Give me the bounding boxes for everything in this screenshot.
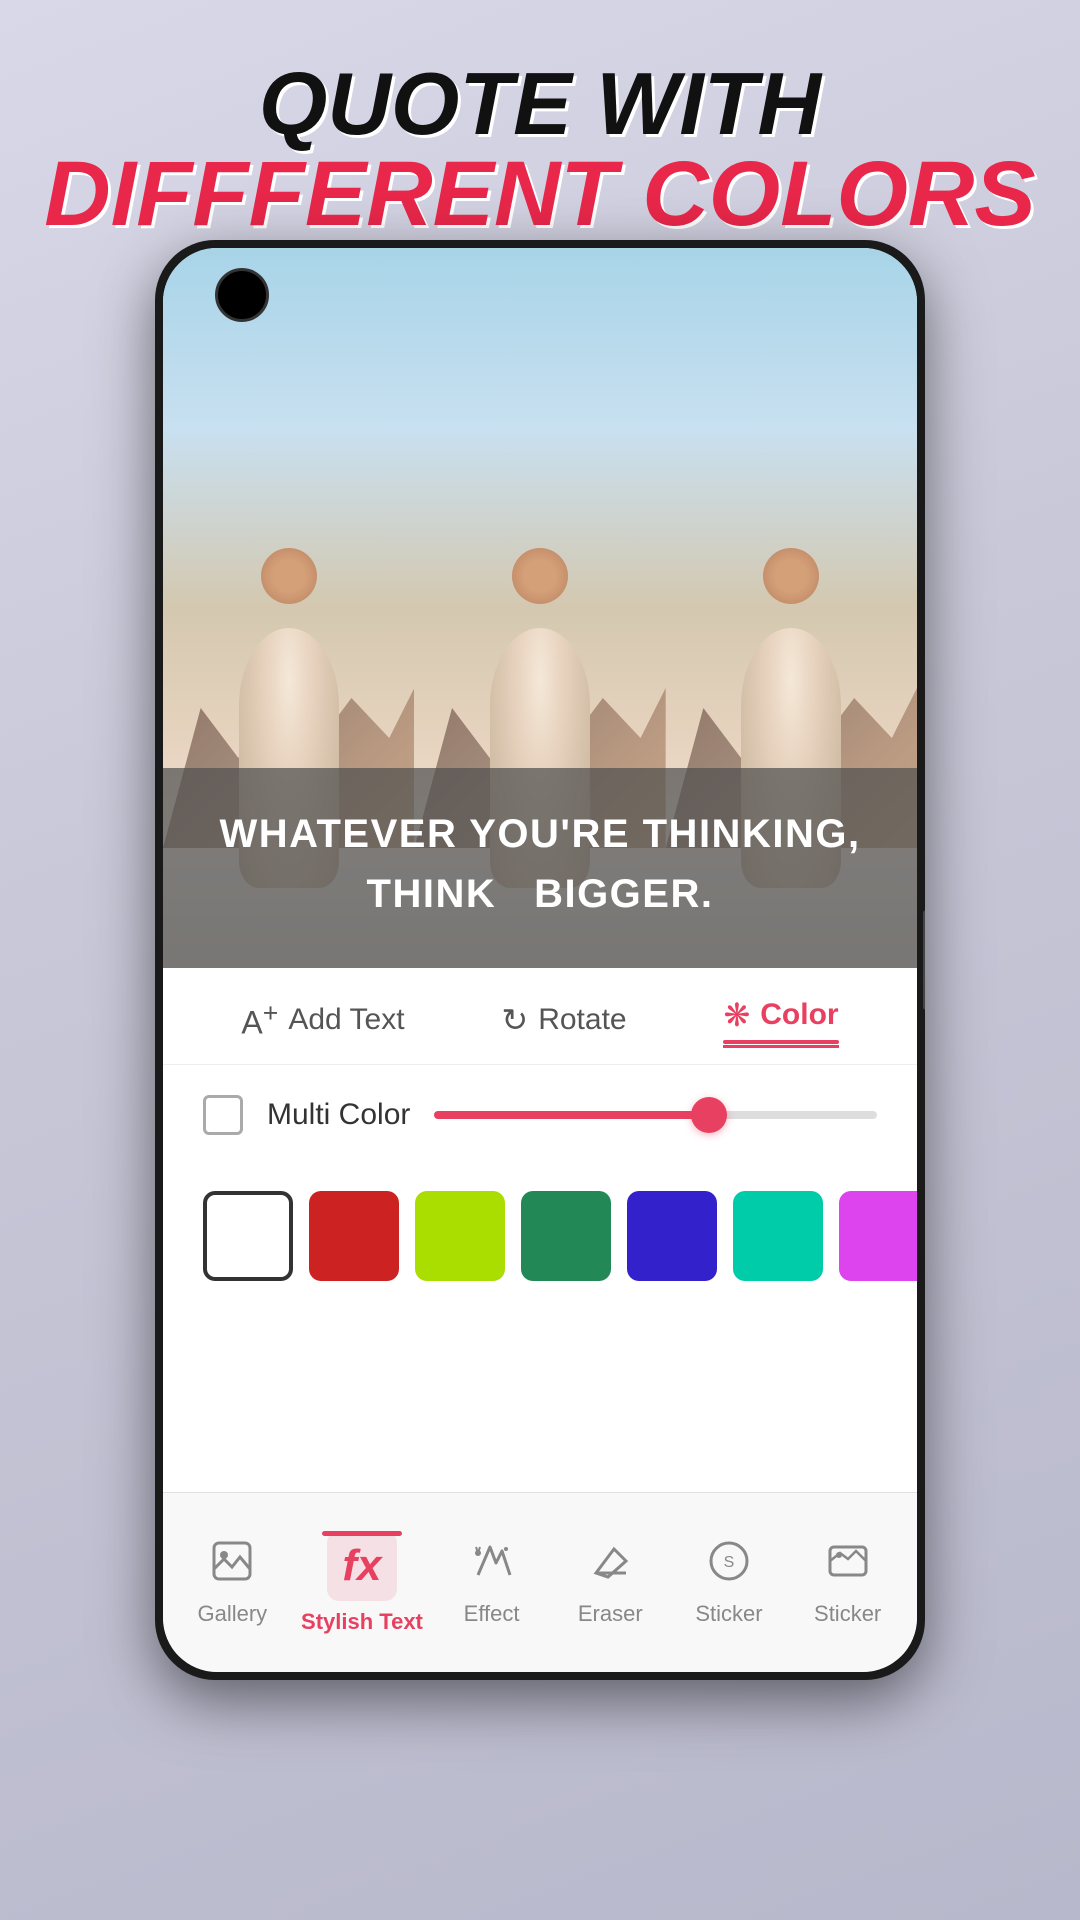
swatch-red[interactable] (309, 1191, 399, 1281)
color-label: Color (760, 998, 838, 1032)
toolbar-color-wrap[interactable]: ❋ Color (723, 996, 838, 1044)
toolbar-color[interactable]: ❋ Color (723, 996, 838, 1034)
header-section: QUOTE WITH DIFFFERENT COLORS (0, 0, 1080, 260)
nav-sticker-wrap[interactable]: S Sticker (679, 1539, 779, 1627)
sticker-label: Sticker (695, 1601, 762, 1627)
nav-gallery[interactable]: Gallery (182, 1539, 282, 1627)
rotate-label: Rotate (538, 1003, 626, 1037)
sticker2-icon (826, 1539, 870, 1593)
swatch-lime[interactable] (415, 1191, 505, 1281)
fx-label-icon: fx (327, 1531, 397, 1601)
nav-sticker2[interactable]: Sticker (798, 1539, 898, 1627)
camera-hole (215, 268, 269, 322)
image-area: WHATEVER YOU'RE THINKING,THINK BIGGER. (163, 248, 917, 968)
nav-gallery-wrap[interactable]: Gallery (182, 1539, 282, 1627)
sticker2-label: Sticker (814, 1601, 881, 1627)
phone-frame: WHATEVER YOU'RE THINKING,THINK BIGGER. A… (155, 240, 925, 1680)
quote-text: WHATEVER YOU'RE THINKING,THINK BIGGER. (203, 804, 877, 924)
swatch-blue[interactable] (627, 1191, 717, 1281)
multi-color-label: Multi Color (267, 1098, 410, 1132)
nav-eraser[interactable]: Eraser (560, 1539, 660, 1627)
gallery-label: Gallery (198, 1601, 268, 1627)
effect-label: Effect (464, 1601, 520, 1627)
side-indicator (923, 910, 925, 1010)
stylish-text-active-bar (322, 1531, 402, 1536)
nav-effect-wrap[interactable]: Effect (442, 1539, 542, 1627)
add-text-icon: A+ (241, 998, 278, 1042)
figure-head-1 (261, 548, 317, 604)
toolbar-rotate-wrap[interactable]: ↻ Rotate (501, 1001, 626, 1039)
nav-stylish-text-wrap[interactable]: fx Stylish Text (301, 1531, 423, 1635)
swatch-white[interactable] (203, 1191, 293, 1281)
color-slider-thumb[interactable] (691, 1097, 727, 1133)
figure-head-2 (512, 548, 568, 604)
multi-color-checkbox[interactable] (203, 1095, 243, 1135)
rotate-icon: ↻ (501, 1001, 528, 1039)
figure-head-3 (763, 548, 819, 604)
fx-icon: fx (327, 1531, 397, 1601)
stylish-text-label: Stylish Text (301, 1609, 423, 1635)
bottom-nav: Gallery fx Stylish Text (163, 1492, 917, 1672)
toolbar-add-text[interactable]: A+ Add Text (241, 998, 404, 1042)
quote-overlay: WHATEVER YOU'RE THINKING,THINK BIGGER. (163, 768, 917, 968)
eraser-label: Eraser (578, 1601, 643, 1627)
nav-stylish-text[interactable]: fx Stylish Text (301, 1531, 423, 1635)
toolbar-rotate[interactable]: ↻ Rotate (501, 1001, 626, 1039)
add-text-label: Add Text (288, 1003, 404, 1037)
multi-color-section: Multi Color (163, 1065, 917, 1191)
color-swatches (163, 1191, 917, 1311)
header-line2: DIFFFERENT COLORS (40, 148, 1040, 240)
nav-sticker[interactable]: S Sticker (679, 1539, 779, 1627)
nav-sticker2-wrap[interactable]: Sticker (798, 1539, 898, 1627)
toolbar-add-text-wrap[interactable]: A+ Add Text (241, 998, 404, 1042)
color-active-underline (723, 1040, 838, 1044)
eraser-icon (588, 1539, 632, 1593)
header-line1: QUOTE WITH (40, 60, 1040, 148)
swatch-magenta[interactable] (839, 1191, 917, 1281)
gallery-icon (210, 1539, 254, 1593)
swatch-teal[interactable] (733, 1191, 823, 1281)
effect-icon (470, 1539, 514, 1593)
multi-color-row: Multi Color (203, 1095, 877, 1135)
nav-effect[interactable]: Effect (442, 1539, 542, 1627)
phone-screen: WHATEVER YOU'RE THINKING,THINK BIGGER. A… (163, 248, 917, 1672)
nav-eraser-wrap[interactable]: Eraser (560, 1539, 660, 1627)
color-icon: ❋ (723, 996, 750, 1034)
svg-text:S: S (724, 1554, 735, 1571)
sticker-icon: S (707, 1539, 751, 1593)
toolbar: A+ Add Text ↻ Rotate ❋ Color (163, 968, 917, 1065)
color-slider-track[interactable] (434, 1111, 877, 1119)
swatch-green[interactable] (521, 1191, 611, 1281)
